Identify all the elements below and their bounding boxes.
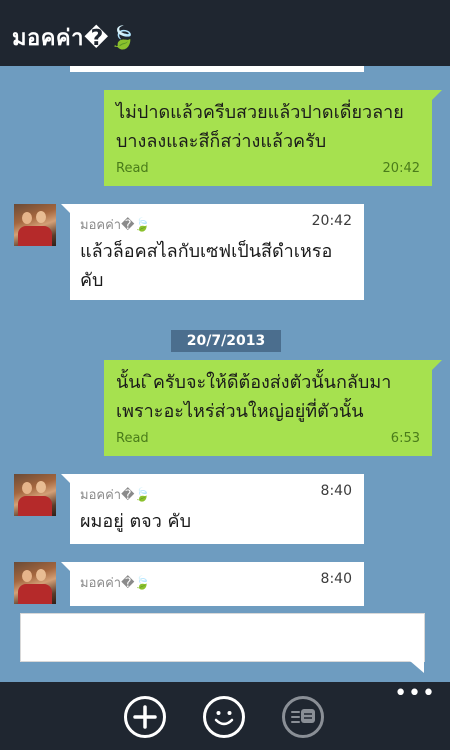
avatar[interactable] <box>14 474 56 516</box>
read-status: Read <box>116 431 149 446</box>
message-text: แล้วล็อคสไลกับเซฟเป็นสีดำเหรอ คับ <box>80 241 333 291</box>
message-time: 20:42 <box>311 213 352 229</box>
incoming-message[interactable]: มอคค่า�🍃 8:40 ผมอยู่ ตจว คับ <box>61 474 364 544</box>
add-button[interactable] <box>124 696 166 738</box>
app-bar: ••• <box>0 682 450 750</box>
read-status: Read <box>116 161 149 176</box>
outgoing-message[interactable]: นั้นเ ิครับจะให้ดีต้องส่งตัวนั้นกลับมา เ… <box>104 360 442 456</box>
smiley-icon <box>214 711 234 726</box>
avatar[interactable] <box>14 204 56 246</box>
title-bar: มอคค่า�🍃 <box>0 0 450 66</box>
sticker-button[interactable] <box>282 696 324 738</box>
sender-name: มอคค่า�🍃 <box>80 576 151 591</box>
sender-name: มอคค่า�🍃 <box>80 218 151 233</box>
message-text: ไม่ปาดแล้วครีบสวยแล้วปาดเดี่ยวลาย บางลงแ… <box>116 102 404 152</box>
message-time: 6:53 <box>390 431 420 446</box>
incoming-message[interactable]: มอคค่า�🍃 8:40 <box>61 562 364 606</box>
message-text: นั้นเ ิครับจะให้ดีต้องส่งตัวนั้นกลับมา เ… <box>116 372 392 422</box>
incoming-message[interactable]: มอคค่า�🍃 20:42 แล้วล็อคสไลกับเซฟเป็นสีดำ… <box>61 204 364 300</box>
partial-message-top <box>70 66 364 72</box>
date-separator: 20/7/2013 <box>171 330 281 352</box>
plus-circle-icon <box>133 705 157 729</box>
message-input[interactable] <box>20 613 425 673</box>
message-time: 20:42 <box>382 161 420 176</box>
message-text: ผมอยู่ ตจว คับ <box>80 511 192 532</box>
message-time: 8:40 <box>320 483 352 499</box>
more-menu-button[interactable]: ••• <box>394 683 436 705</box>
message-time: 8:40 <box>320 571 352 587</box>
avatar[interactable] <box>14 562 56 604</box>
sender-name: มอคค่า�🍃 <box>80 488 151 503</box>
message-list[interactable]: ไม่ปาดแล้วครีบสวยแล้วปาดเดี่ยวลาย บางลงแ… <box>0 66 450 606</box>
message-list-icon <box>291 709 315 723</box>
chat-title: มอคค่า�🍃 <box>12 26 137 51</box>
emoji-button[interactable] <box>203 696 245 738</box>
outgoing-message[interactable]: ไม่ปาดแล้วครีบสวยแล้วปาดเดี่ยวลาย บางลงแ… <box>104 90 442 186</box>
